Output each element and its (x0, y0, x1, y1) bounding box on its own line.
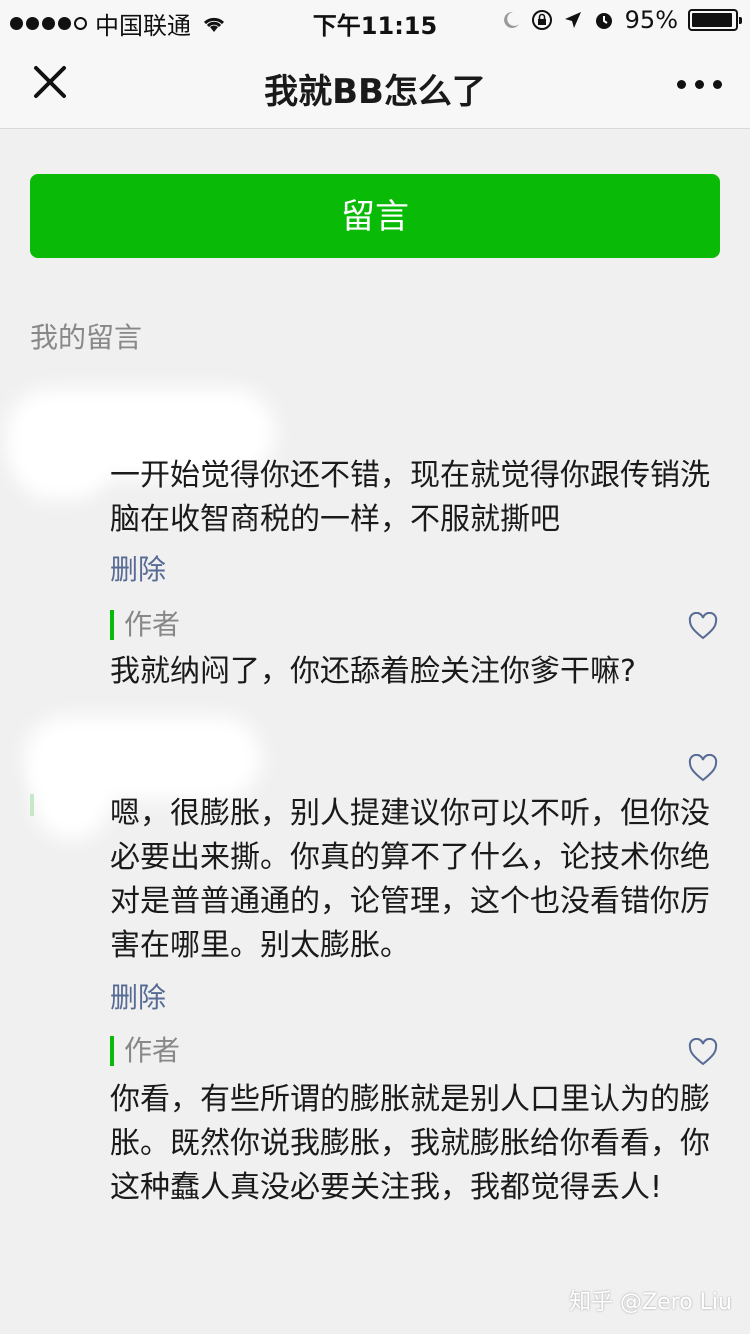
rotation-lock-icon (531, 10, 552, 30)
heart-icon[interactable] (688, 754, 718, 782)
delete-link[interactable]: 删除 (110, 548, 166, 588)
page-title: 我就BB怎么了 (264, 72, 486, 112)
more-icon[interactable] (677, 80, 722, 89)
status-right: 95% (501, 6, 742, 34)
redacted-avatar (12, 420, 112, 500)
heart-icon[interactable] (688, 612, 718, 640)
author-mark (30, 794, 34, 816)
nav-bar: 我就BB怎么了 (0, 40, 750, 129)
location-icon (564, 12, 581, 28)
battery-icon (688, 9, 742, 31)
watermark: 知乎 @Zero Liu (569, 1290, 732, 1315)
author-reply-text: 你看，有些所谓的膨胀就是别人口里认为的膨胀。既然你说我膨胀，我就膨胀给你看看，你… (110, 1082, 710, 1205)
author-reply-label: 作者 (110, 1036, 180, 1066)
alarm-icon (595, 13, 612, 29)
battery-fill (692, 13, 732, 27)
status-bar: 中国联通 下午11:15 95% (0, 0, 750, 40)
author-reply-label: 作者 (110, 610, 180, 640)
redacted-avatar (32, 740, 112, 840)
heart-icon[interactable] (688, 1038, 718, 1066)
moon-icon (503, 11, 519, 28)
battery-percent: 95% (624, 6, 678, 34)
comment-text: 一开始觉得你还不错，现在就觉得你跟传销洗脑在收智商税的一样，不服就撕吧 (110, 458, 710, 537)
section-label: 我的留言 (30, 321, 143, 354)
leave-message-button[interactable]: 留言 (30, 174, 720, 258)
author-reply-text: 我就纳闷了，你还舔着脸关注你爹干嘛? (110, 654, 636, 689)
comment-text: 嗯，很膨胀，别人提建议你可以不听，但你没必要出来撕。你真的算不了什么，论技术你绝… (110, 796, 710, 963)
delete-link[interactable]: 删除 (110, 976, 166, 1016)
